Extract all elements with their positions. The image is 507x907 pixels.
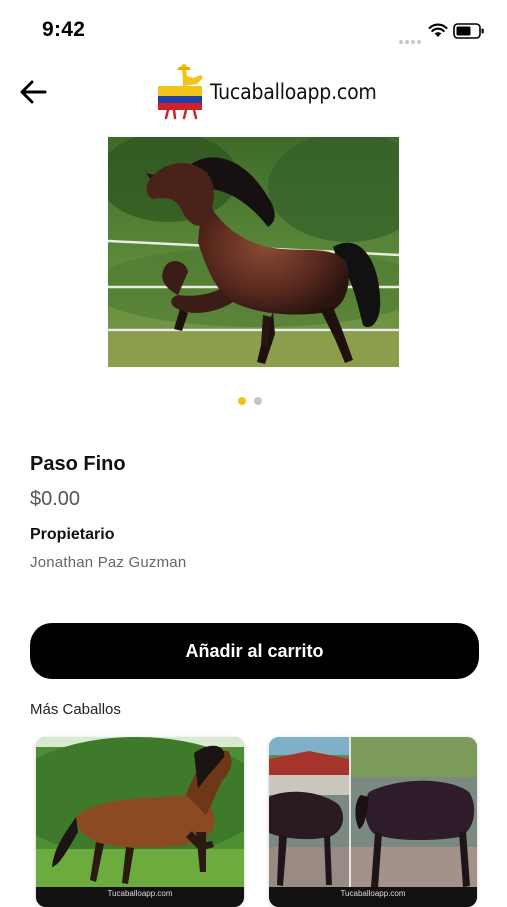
more-horses-title: Más Caballos [30,701,121,718]
horse-rider-logo-icon [158,64,203,120]
carousel-dot[interactable] [254,397,262,405]
owner-label: Propietario [30,526,115,543]
add-to-cart-button[interactable]: Añadir al carrito [30,623,479,679]
horse-card[interactable]: Tucaballoapp.com [36,737,244,907]
carousel-dot-active[interactable] [238,397,246,405]
horse-card[interactable]: Tucaballoapp.com [269,737,477,907]
product-image-carousel[interactable] [108,137,399,367]
battery-icon [453,23,484,39]
status-time: 9:42 [42,18,86,41]
app-header: Tucaballoapp.com [0,56,507,128]
horse-photo [108,137,399,367]
card-watermark: Tucaballoapp.com [269,887,477,907]
product-price: $0.00 [30,488,81,510]
brand-name: Tucaballoapp.com [210,80,377,104]
card-watermark: Tucaballoapp.com [36,887,244,907]
cellular-signal-icon [399,31,423,49]
status-bar: 9:42 [0,0,507,56]
horse-card-photo [36,737,244,907]
back-button[interactable] [16,74,52,110]
horse-card-photo [269,737,477,907]
wifi-icon [428,23,448,37]
carousel-indicator [238,392,270,405]
product-name: Paso Fino [30,453,126,475]
owner-name: Jonathan Paz Guzman [30,554,187,571]
arrow-left-icon [20,80,47,104]
